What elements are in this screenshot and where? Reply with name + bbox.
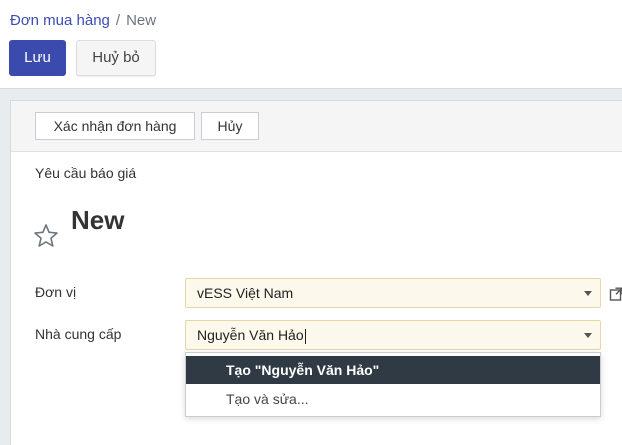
vendor-input[interactable]: Nguyễn Văn Hảo (185, 320, 601, 350)
external-link-icon[interactable] (609, 287, 622, 301)
autocomplete-dropdown: Tạo "Nguyễn Văn Hảo" Tạo và sửa... (185, 352, 601, 417)
company-field-label: Đơn vị (35, 284, 77, 300)
status-bar: Xác nhận đơn hàng Hủy (11, 101, 622, 152)
breadcrumb-link-purchase-orders[interactable]: Đơn mua hàng (10, 12, 110, 29)
cancel-order-button[interactable]: Hủy (201, 112, 259, 140)
caret-down-icon[interactable] (584, 291, 592, 296)
caret-down-icon[interactable] (584, 333, 592, 338)
form-sheet: Xác nhận đơn hàng Hủy Yêu cầu báo giá Ne… (10, 100, 622, 445)
breadcrumb-separator: / (115, 12, 121, 29)
breadcrumb: Đơn mua hàng / New (10, 12, 156, 29)
star-outline-icon[interactable] (33, 223, 59, 249)
dropdown-item-create-and-edit[interactable]: Tạo và sửa... (186, 385, 600, 413)
text-cursor (304, 328, 306, 344)
breadcrumb-current: New (126, 12, 157, 29)
company-input[interactable]: vESS Việt Nam (185, 278, 601, 308)
confirm-order-button[interactable]: Xác nhận đơn hàng (35, 112, 195, 140)
vendor-input-value: Nguyễn Văn Hảo (197, 327, 304, 343)
record-name: New (71, 205, 125, 235)
vendor-field-label: Nhà cung cấp (35, 326, 122, 342)
save-button[interactable]: Lưu (9, 40, 66, 76)
discard-button[interactable]: Huỷ bỏ (76, 40, 156, 76)
control-panel: Đơn mua hàng / New Lưu Huỷ bỏ (0, 0, 622, 89)
document-state-label: Yêu cầu báo giá (35, 165, 137, 181)
dropdown-item-create[interactable]: Tạo "Nguyễn Văn Hảo" (186, 356, 600, 384)
company-input-value: vESS Việt Nam (197, 285, 294, 301)
